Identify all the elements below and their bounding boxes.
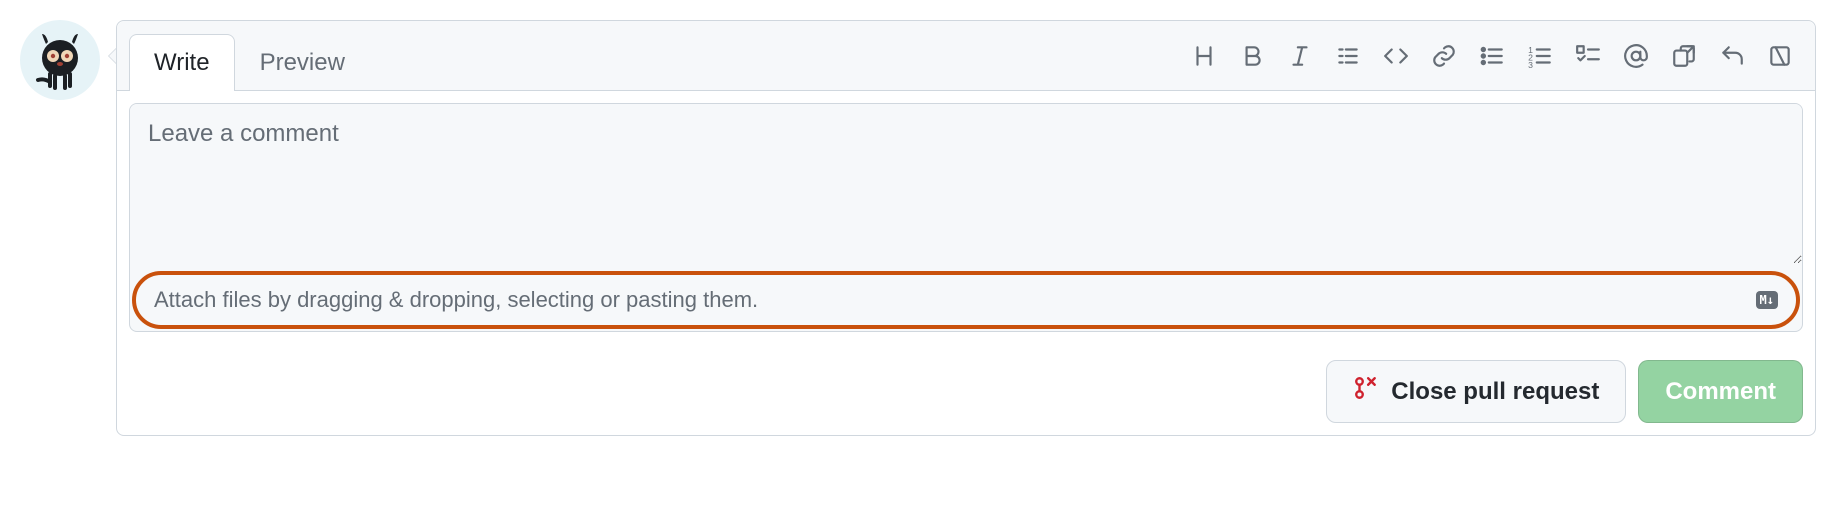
git-pull-request-closed-icon <box>1353 375 1379 408</box>
attach-hint-text: Attach files by dragging & dropping, sel… <box>154 287 758 313</box>
reply-icon[interactable] <box>1719 43 1745 69</box>
ordered-list-icon[interactable]: 123 <box>1527 43 1553 69</box>
link-icon[interactable] <box>1431 43 1457 69</box>
markdown-toolbar: 123 <box>1191 43 1803 81</box>
bold-icon[interactable] <box>1239 43 1265 69</box>
tab-header: Write Preview 123 <box>117 21 1815 91</box>
comment-button[interactable]: Comment <box>1638 360 1803 423</box>
cross-reference-icon[interactable] <box>1671 43 1697 69</box>
tab-write[interactable]: Write <box>129 34 235 91</box>
comment-composer: Write Preview 123 <box>116 20 1816 436</box>
saved-replies-icon[interactable] <box>1767 43 1793 69</box>
heading-icon[interactable] <box>1191 43 1217 69</box>
markdown-icon[interactable]: M↓ <box>1756 291 1778 309</box>
comment-button-label: Comment <box>1665 378 1776 406</box>
octocat-icon <box>28 28 92 92</box>
svg-text:3: 3 <box>1528 59 1533 68</box>
close-pull-request-button[interactable]: Close pull request <box>1326 360 1626 423</box>
quote-icon[interactable] <box>1335 43 1361 69</box>
attach-files-bar[interactable]: Attach files by dragging & dropping, sel… <box>132 271 1800 329</box>
unordered-list-icon[interactable] <box>1479 43 1505 69</box>
tasklist-icon[interactable] <box>1575 43 1601 69</box>
comment-textarea[interactable] <box>130 104 1802 264</box>
avatar <box>20 20 100 100</box>
code-icon[interactable] <box>1383 43 1409 69</box>
mention-icon[interactable] <box>1623 43 1649 69</box>
close-button-label: Close pull request <box>1391 378 1599 406</box>
tab-preview[interactable]: Preview <box>235 34 370 91</box>
italic-icon[interactable] <box>1287 43 1313 69</box>
